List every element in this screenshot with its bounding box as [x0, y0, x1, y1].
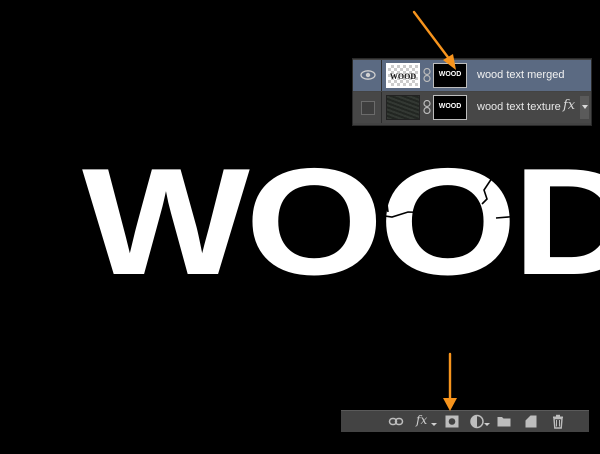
layer-name[interactable]: wood text texture [477, 101, 561, 113]
layer-mask-thumbnail[interactable]: WOOD [433, 95, 467, 120]
layer-mask-thumbnail[interactable]: WOOD [433, 63, 467, 88]
layers-panel: WOOD WOOD wood text merged WOOD wood tex… [352, 58, 592, 126]
column-divider [381, 60, 382, 91]
trash-icon[interactable] [550, 414, 566, 429]
link-chain-icon[interactable] [423, 100, 431, 114]
fx-icon[interactable]: fx [563, 98, 575, 113]
eye-icon[interactable] [359, 67, 377, 83]
adjustment-dropdown-icon [484, 423, 490, 426]
visibility-toggle[interactable] [361, 101, 375, 115]
link-layers-icon[interactable] [388, 414, 404, 429]
layer-thumbnail[interactable]: WOOD [386, 63, 420, 88]
layer-row-wood-text-merged[interactable]: WOOD WOOD wood text merged [353, 60, 591, 91]
layer-thumbnail[interactable] [386, 95, 420, 120]
wood-text: WOOD [82, 137, 600, 307]
layers-toolbar: fx [341, 410, 589, 432]
adjustment-layer-icon[interactable] [469, 414, 485, 429]
folder-icon[interactable] [496, 414, 512, 429]
layer-name[interactable]: wood text merged [477, 69, 564, 81]
fx-icon[interactable]: fx [416, 413, 427, 427]
layer-row-wood-text-texture[interactable]: WOOD wood text texture fx [353, 92, 591, 123]
fx-expand-toggle[interactable] [580, 96, 589, 119]
column-divider [381, 92, 382, 123]
add-mask-icon[interactable] [444, 414, 460, 429]
fx-dropdown-icon [431, 423, 437, 426]
new-layer-icon[interactable] [523, 414, 539, 429]
link-chain-icon[interactable] [423, 68, 431, 82]
mask-text: WOOD [438, 71, 462, 78]
mask-text: WOOD [438, 103, 462, 110]
thumbnail-text: WOOD [389, 72, 417, 81]
